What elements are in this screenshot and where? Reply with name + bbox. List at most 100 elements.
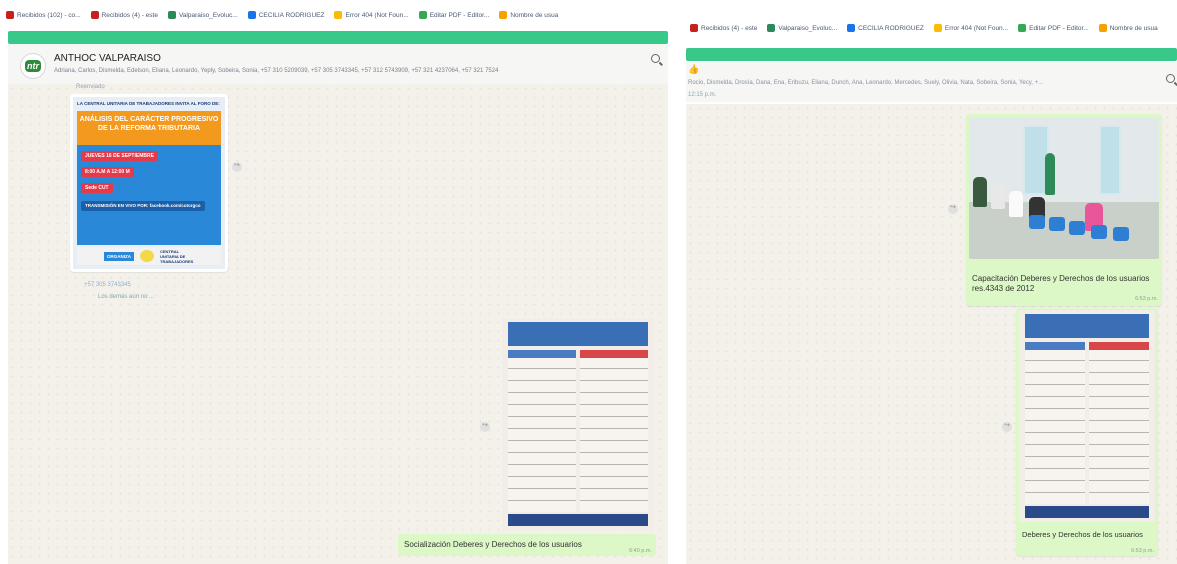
poster-organiza: ORGANIZA [104,251,134,261]
gmail-icon [90,11,99,19]
bookmark-label: Nombre de usua [1109,24,1158,32]
accent-bar [8,31,668,44]
group-avatar[interactable]: ntr [20,53,46,79]
bookmark-item[interactable]: Nombre de usua [499,11,558,19]
globe-icon [167,11,176,19]
bookmark-item[interactable]: Valparaiso_Evoluc... [767,24,837,32]
group-members: Adriana, Carlos, Dismelda, Edelson, Elia… [54,68,499,74]
gmail-icon [6,11,14,19]
accent-bar [686,48,1177,61]
photo-message[interactable]: Capacitación Deberes y Derechos de los u… [966,114,1162,306]
key-icon [499,11,508,19]
bookmark-item[interactable]: Valparaiso_Evoluc... [167,11,238,19]
leaflet-message[interactable]: Deberes y Derechos de los usuarios 6:53 … [1016,308,1158,556]
cut-logo-icon [140,250,154,262]
key-icon [1098,24,1107,32]
pdf-icon [1018,24,1027,32]
forward-icon[interactable] [480,421,490,432]
chat-area: Reenviado LA CENTRAL UNITARIA DE TRABAJA… [8,84,668,564]
bookmark-label: CECILIA RODRIGUEZ [858,24,924,32]
leaflet-message[interactable]: Socialización Deberes y Derechos de los … [398,316,656,564]
photo-person [973,177,987,207]
chat-header[interactable]: ntr ANTHOC VALPARAISO Adriana, Carlos, D… [8,44,668,84]
rights-column [508,350,576,512]
poster-details: JUEVES 16 DE SEPTIEMBRE 8:00 A.M A 12:00… [77,145,221,245]
header-time: 12:15 p.m. [688,92,717,98]
leaflet-time: 6:53 p.m. [1131,548,1154,554]
bookmark-label: CECILIA RODRIGUEZ [258,11,325,19]
leaflet-image[interactable] [1019,310,1155,522]
photo-time: 6:53 p.m. [1135,296,1158,302]
poster-image[interactable]: LA CENTRAL UNITARIA DE TRABAJADORES INVI… [73,97,225,269]
poster-stream: TRANSMISIÓN EN VIVO POR: facebook.com/cu… [81,201,205,211]
group-logo: ntr [25,60,41,72]
leaflet-caption-box: Socialización Deberes y Derechos de los … [398,534,656,556]
message-subtext: Los demás aún no ... [98,294,155,300]
duties-column [580,350,648,512]
training-photo[interactable] [969,117,1159,259]
forward-icon[interactable] [1002,421,1012,432]
bookmark-label: Error 404 (Not Foun... [944,24,1009,32]
bookmark-item[interactable]: CECILIA RODRIGUEZ [247,11,325,19]
bookmark-item[interactable]: Error 404 (Not Foun... [334,11,409,19]
photo-person [991,183,1005,209]
poster-footer: ORGANIZA CENTRAL UNITARIA DE TRABAJADORE… [77,247,221,265]
bookmark-label: Nombre de usua [510,11,559,19]
forward-icon[interactable] [232,161,242,172]
bookmark-label: Valparaiso_Evoluc... [778,24,838,32]
leaflet-header [508,322,648,346]
bookmark-item[interactable]: Nombre de usua [1098,24,1158,32]
bookmark-item[interactable]: CECILIA RODRIGUEZ [847,24,924,32]
bookmark-item[interactable]: Recibidos (4) - este [690,24,757,32]
photo-person [1009,191,1023,217]
bookmark-item[interactable]: Editar PDF - Editor... [418,11,489,19]
bookmark-item[interactable]: Recibidos (102) - co... [6,11,81,19]
poster-cut: CENTRAL UNITARIA DE TRABAJADORES [160,248,194,264]
photo-chair [1029,215,1045,229]
rights-column [1025,342,1085,504]
photo-chair [1049,217,1065,231]
photo-floor [969,202,1159,259]
bookmark-item[interactable]: Error 404 (Not Foun... [933,24,1009,32]
leaflet-footer [508,514,648,526]
poster-date: JUEVES 16 DE SEPTIEMBRE [81,151,158,161]
leaflet-header [1025,314,1149,338]
search-icon[interactable] [651,54,660,63]
bookmark-label: Recibidos (4) - este [701,24,758,32]
globe-icon [767,24,776,32]
photo-chair [1091,225,1107,239]
bookmark-item[interactable]: Editar PDF - Editor... [1018,24,1089,32]
sender-number[interactable]: +57 305 3743345 [84,282,131,288]
google-icon [933,24,942,32]
leaflet-columns [1025,342,1149,504]
google-icon [334,11,343,19]
contact-icon [247,11,256,19]
poster-title: ANÁLISIS DEL CARÁCTER PROGRESIVO DE LA R… [77,111,221,147]
chat-header[interactable]: 👍 Rocio, Dismelda, Drosía, Dana, Ena, Er… [686,62,1177,102]
bookmark-label: Error 404 (Not Foun... [345,11,409,19]
poster-place: Sede CUT [81,183,113,193]
photo-chair [1113,227,1129,241]
chat-area: Capacitación Deberes y Derechos de los u… [686,104,1177,564]
bookmark-label: Valparaiso_Evoluc... [178,11,238,19]
gmail-icon [690,24,698,32]
right-screenshot: Recibidos (4) - este Valparaiso_Evoluc...… [672,0,1177,564]
leaflet-caption: Socialización Deberes y Derechos de los … [404,540,582,549]
leaflet-caption: Deberes y Derechos de los usuarios [1022,530,1143,539]
duties-column [1089,342,1149,504]
bookmark-item[interactable]: Recibidos (4) - este [90,11,158,19]
leaflet-image[interactable] [502,318,654,530]
poster-message[interactable]: LA CENTRAL UNITARIA DE TRABAJADORES INVI… [70,94,228,272]
forward-icon[interactable] [948,203,958,214]
photo-person [1045,153,1055,195]
photo-door [1099,125,1121,195]
leaflet-footer [1025,506,1149,518]
group-members: Rocio, Dismelda, Drosía, Dana, Ena, Erib… [688,80,1044,86]
bookmark-label: Recibidos (102) - co... [17,11,81,19]
bookmark-label: Recibidos (4) - este [101,11,158,19]
photo-caption: Capacitación Deberes y Derechos de los u… [972,274,1150,293]
photo-chair [1069,221,1085,235]
contact-icon [847,24,856,32]
search-icon[interactable] [1166,74,1175,83]
thumbs-up-icon: 👍 [688,64,700,74]
